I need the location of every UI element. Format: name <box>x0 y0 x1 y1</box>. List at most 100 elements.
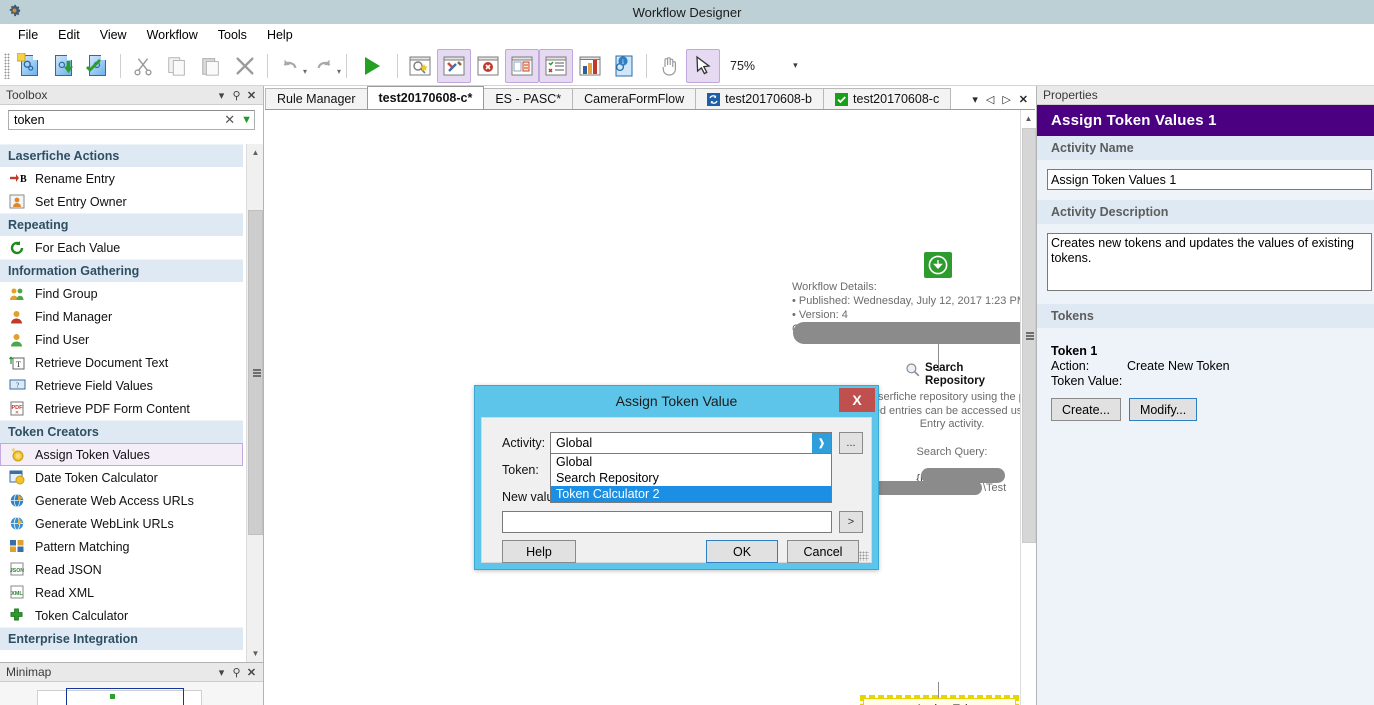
redo-icon[interactable] <box>307 49 341 83</box>
insert-token-button[interactable]: > <box>839 511 863 533</box>
save-workflow-icon[interactable] <box>47 49 81 83</box>
dropdown-option-token-calculator-2[interactable]: Token Calculator 2 <box>551 486 831 502</box>
toolbox-scroll-thumb[interactable] <box>248 210 263 535</box>
menu-tools[interactable]: Tools <box>208 25 257 45</box>
tab-test20170608-b[interactable]: test20170608-b <box>695 88 824 109</box>
minimap-body[interactable] <box>0 682 263 705</box>
cancel-button[interactable]: Cancel <box>787 540 859 563</box>
toolbox-item-read-xml[interactable]: XML Read XML <box>0 581 243 604</box>
toolbox-group-token-creators[interactable]: Token Creators <box>0 420 243 443</box>
delete-icon[interactable] <box>228 49 262 83</box>
tab-es-pasc[interactable]: ES - PASC* <box>483 88 573 109</box>
toolbox-group-information-gathering[interactable]: Information Gathering <box>0 259 243 282</box>
toolbox-item-pattern-matching[interactable]: Pattern Matching <box>0 535 243 558</box>
scroll-down-icon[interactable]: ▼ <box>247 645 263 662</box>
next-tab-icon[interactable]: ▷ <box>1002 93 1010 106</box>
menu-view[interactable]: View <box>90 25 137 45</box>
test-workflow-icon[interactable] <box>403 49 437 83</box>
clear-search-icon[interactable]: ✕ <box>221 112 238 128</box>
toolbox-group-repeating[interactable]: Repeating <box>0 213 243 236</box>
ok-button[interactable]: OK <box>706 540 778 563</box>
minimap-menu-caret-icon[interactable]: ▾ <box>214 666 229 679</box>
toolbox-item-for-each-value[interactable]: For Each Value <box>0 236 243 259</box>
menu-file[interactable]: File <box>8 25 48 45</box>
toolbox-scrollbar[interactable]: ▲ ▼ <box>246 144 263 662</box>
toolbox-pin-icon[interactable]: ⚲ <box>229 89 244 102</box>
filter-dropdown-icon[interactable]: ▼ <box>238 114 252 126</box>
pan-hand-icon[interactable] <box>652 49 686 83</box>
zoom-dropdown-caret[interactable]: ▾ <box>793 60 798 71</box>
toolbox-item-find-group[interactable]: Find Group <box>0 282 243 305</box>
paste-icon[interactable] <box>194 49 228 83</box>
toolbox-search-input[interactable] <box>14 113 221 127</box>
tab-rule-manager[interactable]: Rule Manager <box>265 88 368 109</box>
toolbox-item-read-json[interactable]: JSON Read JSON <box>0 558 243 581</box>
modify-token-button[interactable]: Modify... <box>1129 398 1197 421</box>
menu-workflow[interactable]: Workflow <box>137 25 208 45</box>
toolbox-search-box[interactable]: ✕ ▼ <box>8 110 255 130</box>
dialog-resize-grip[interactable] <box>859 551 869 561</box>
dropdown-option-global[interactable]: Global <box>551 454 831 470</box>
toolbar-grip[interactable] <box>4 53 10 79</box>
search-query-tail: \Test <box>983 482 1006 494</box>
dialog-close-button[interactable]: X <box>839 388 875 412</box>
toolbox-menu-caret-icon[interactable]: ▾ <box>214 89 229 102</box>
tab-cameraformflow[interactable]: CameraFormFlow <box>572 88 696 109</box>
canvas-scroll-thumb[interactable] <box>1022 128 1036 543</box>
toolbox-item-rename-entry[interactable]: B Rename Entry <box>0 167 243 190</box>
toolbox-group-enterprise-integration[interactable]: Enterprise Integration <box>0 627 243 650</box>
activity-dropdown-list[interactable]: Global Search Repository Token Calculato… <box>550 454 832 503</box>
toolbox-item-retrieve-field-values[interactable]: ? Retrieve Field Values <box>0 374 243 397</box>
pointer-icon[interactable] <box>686 49 720 83</box>
toolbox-item-find-user[interactable]: Find User <box>0 328 243 351</box>
activity-browse-button[interactable]: ... <box>839 432 863 454</box>
tab-test20170608-c-modified[interactable]: test20170608-c* <box>367 86 485 109</box>
toolbox-item-assign-token-values[interactable]: Assign Token Values <box>0 443 243 466</box>
activity-name-input[interactable] <box>1047 169 1372 190</box>
toolbox-item-date-token-calculator[interactable]: Date Token Calculator <box>0 466 243 489</box>
run-icon[interactable] <box>352 49 392 83</box>
toolbox-close-icon[interactable]: ✕ <box>244 89 259 102</box>
canvas-scroll-up-icon[interactable]: ▲ <box>1021 110 1036 126</box>
tab-test20170608-c[interactable]: test20170608-c <box>823 88 951 109</box>
minimap-pin-icon[interactable]: ⚲ <box>229 666 244 679</box>
properties-icon[interactable] <box>505 49 539 83</box>
chart-icon[interactable] <box>573 49 607 83</box>
toolbox-item-find-manager[interactable]: Find Manager <box>0 305 243 328</box>
undo-icon[interactable] <box>273 49 307 83</box>
tools-icon[interactable] <box>437 49 471 83</box>
canvas-vertical-scrollbar[interactable]: ▲ <box>1020 110 1036 705</box>
toolbox-group-laserfiche-actions[interactable]: Laserfiche Actions <box>0 144 243 167</box>
toolbox-item-retrieve-pdf-form-content[interactable]: PDF✕ Retrieve PDF Form Content <box>0 397 243 420</box>
task-list-icon[interactable] <box>539 49 573 83</box>
copy-icon[interactable] <box>160 49 194 83</box>
tab-list-dropdown-icon[interactable]: ▾ <box>972 93 978 106</box>
toolbox-item-set-entry-owner[interactable]: Set Entry Owner <box>0 190 243 213</box>
cut-icon[interactable] <box>126 49 160 83</box>
start-node-icon[interactable] <box>924 252 952 278</box>
toolbox-item-generate-web-access-urls[interactable]: Generate Web Access URLs <box>0 489 243 512</box>
new-value-input[interactable] <box>502 511 832 533</box>
toolbox-item-retrieve-document-text[interactable]: T Retrieve Document Text <box>0 351 243 374</box>
assign-token-values-node[interactable]: Assign Token Values 1 Creates new tokens… <box>863 698 1016 705</box>
new-workflow-icon[interactable] <box>13 49 47 83</box>
toolbox-item-generate-weblink-urls[interactable]: Generate WebLink URLs <box>0 512 243 535</box>
publish-workflow-icon[interactable] <box>81 49 115 83</box>
activity-combobox[interactable]: Global ❱ <box>550 432 832 454</box>
menu-edit[interactable]: Edit <box>48 25 90 45</box>
help-button[interactable]: Help <box>502 540 576 563</box>
create-token-button[interactable]: Create... <box>1051 398 1121 421</box>
toolbox-item-label: Set Entry Owner <box>35 195 127 209</box>
error-icon[interactable] <box>471 49 505 83</box>
minimap-close-icon[interactable]: ✕ <box>244 666 259 679</box>
chevron-down-icon[interactable]: ❱ <box>812 433 831 453</box>
info-icon[interactable]: i <box>607 49 641 83</box>
dropdown-option-search-repository[interactable]: Search Repository <box>551 470 831 486</box>
close-tab-icon[interactable]: ✕ <box>1019 93 1028 106</box>
menu-help[interactable]: Help <box>257 25 303 45</box>
scroll-up-icon[interactable]: ▲ <box>247 144 263 161</box>
previous-tab-icon[interactable]: ◁ <box>986 93 994 106</box>
minimap-viewport[interactable] <box>66 688 184 705</box>
activity-description-textarea[interactable]: Creates new tokens and updates the value… <box>1047 233 1372 291</box>
toolbox-item-token-calculator[interactable]: Token Calculator <box>0 604 243 627</box>
